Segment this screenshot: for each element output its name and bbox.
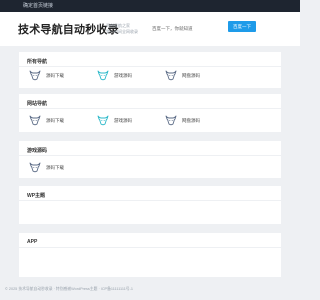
nav-item-source-download[interactable]: 源码下载: [29, 161, 89, 175]
nav-item-label: 源码下载: [46, 118, 64, 123]
top-bar: 确定首页链接: [0, 0, 300, 12]
nav-item-netdisk-source[interactable]: 网盘源码: [165, 69, 225, 83]
section-title: 所有导航: [27, 59, 48, 65]
section-card-site-nav: 网站导航 源码下载 游戏源码 网盘源码: [19, 94, 281, 132]
bull-icon: [29, 115, 41, 126]
section-title: 网站导航: [27, 101, 48, 107]
search-input[interactable]: [150, 23, 222, 33]
nav-item-label: 游戏源码: [114, 73, 132, 78]
search-button[interactable]: 百度一下: [228, 21, 256, 32]
nav-item-label: 源码下载: [46, 165, 64, 170]
section-title: 游戏源码: [27, 148, 48, 154]
nav-item-label: 游戏源码: [114, 118, 132, 123]
section-divider: [19, 108, 281, 109]
section-divider: [19, 66, 281, 67]
bull-icon: [29, 162, 41, 173]
section-card-wp-theme: WP主题: [19, 186, 281, 224]
section-card-game-source: 游戏源码 源码下载: [19, 141, 281, 178]
top-bar-link[interactable]: 确定首页链接: [23, 2, 53, 10]
site-title[interactable]: 技术导航自动秒收录: [18, 21, 119, 37]
nav-item-label: 网盘源码: [182, 118, 200, 123]
nav-item-source-download[interactable]: 源码下载: [29, 114, 89, 128]
bull-icon: [97, 115, 109, 126]
nav-item-label: 源码下载: [46, 73, 64, 78]
section-card-all-nav: 所有导航 源码下载 游戏源码 网盘源码: [19, 52, 281, 88]
nav-item-game-source[interactable]: 游戏源码: [97, 69, 157, 83]
bull-icon: [165, 70, 177, 81]
section-divider: [19, 200, 281, 201]
bull-icon: [165, 115, 177, 126]
nav-item-game-source[interactable]: 游戏源码: [97, 114, 157, 128]
nav-item-source-download[interactable]: 源码下载: [29, 69, 89, 83]
section-divider: [19, 155, 281, 156]
nav-item-netdisk-source[interactable]: 网盘源码: [165, 114, 225, 128]
section-title: WP主题: [27, 193, 46, 199]
subtitle-line-2: 第一时间全网收录: [106, 29, 138, 34]
footer-text: © 2025 技术导航自动秒收录 · 特别感谢WordPress主题 · ICP…: [5, 287, 133, 291]
bull-icon: [97, 70, 109, 81]
nav-item-label: 网盘源码: [182, 73, 200, 78]
section-divider: [19, 247, 281, 248]
section-card-app: APP: [19, 233, 281, 277]
section-title: APP: [27, 239, 38, 245]
bull-icon: [29, 70, 41, 81]
